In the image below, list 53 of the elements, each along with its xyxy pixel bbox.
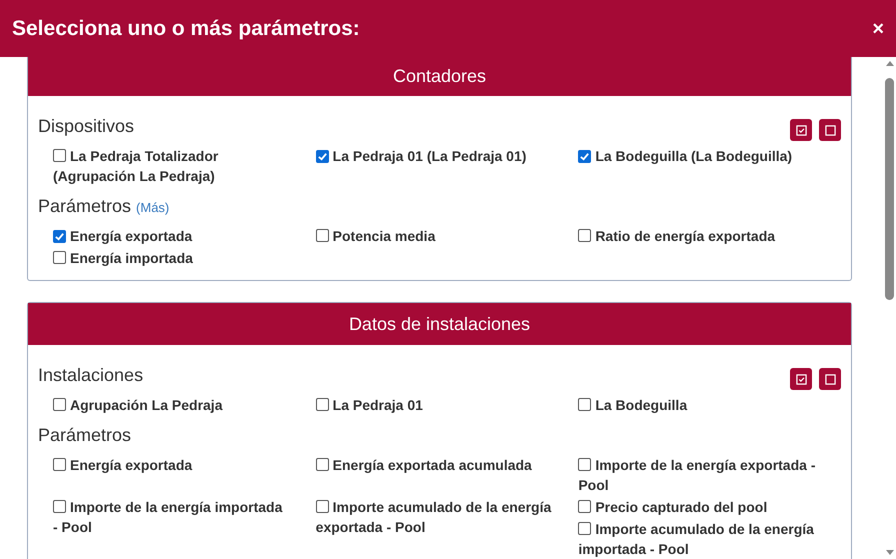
dialog-title: Selecciona uno o más parámetros:: [12, 16, 360, 42]
checkbox[interactable]: [53, 149, 66, 162]
checkbox[interactable]: [316, 398, 329, 411]
checkbox[interactable]: [578, 150, 592, 163]
checkbox-option[interactable]: Potencia media: [316, 226, 578, 248]
checkbox-option[interactable]: La Bodeguilla (La Bodeguilla): [578, 146, 841, 168]
checkbox[interactable]: [578, 500, 592, 513]
checkbox[interactable]: [316, 229, 329, 242]
close-button[interactable]: ×: [872, 18, 884, 38]
section-heading: Contadores: [28, 57, 851, 96]
checkbox-option[interactable]: Energía importada: [53, 248, 316, 270]
scroll-thumb[interactable]: [885, 78, 894, 300]
checkbox-option[interactable]: Importe de la energía exportada - Pool: [578, 455, 841, 497]
checkbox-option[interactable]: La Pedraja 01 (La Pedraja 01): [316, 146, 578, 168]
checkbox[interactable]: [53, 398, 66, 411]
checked-square-icon: [796, 124, 806, 136]
select-all-button[interactable]: [790, 119, 812, 141]
checkbox-option[interactable]: La Bodeguilla: [578, 395, 841, 417]
scroll-down-icon[interactable]: [886, 550, 894, 555]
checkbox[interactable]: [316, 150, 329, 163]
deselect-all-button[interactable]: [819, 368, 841, 390]
select-all-button[interactable]: [790, 368, 812, 390]
checkbox[interactable]: [316, 458, 329, 471]
square-icon: [824, 124, 836, 136]
checkbox-option[interactable]: Agrupación La Pedraja: [53, 395, 316, 417]
group-title: Instalaciones: [38, 364, 144, 386]
checkbox[interactable]: [578, 398, 592, 411]
checkbox-option[interactable]: Energía exportada: [53, 455, 316, 477]
checkbox[interactable]: [316, 500, 329, 513]
checkbox-option[interactable]: Importe acumulado de la energía importada - Pool: [578, 519, 841, 559]
checkbox[interactable]: [578, 229, 592, 242]
checkbox[interactable]: [53, 251, 66, 264]
scroll-up-icon[interactable]: [886, 61, 894, 66]
checkbox-option[interactable]: La Pedraja Totalizador (Agrupación La Pedraja): [53, 146, 316, 188]
checkbox[interactable]: [578, 458, 592, 471]
deselect-all-button[interactable]: [819, 119, 841, 141]
checkbox[interactable]: [53, 500, 66, 513]
group-title: Parámetros: [38, 194, 132, 218]
group-title: Parámetros: [38, 424, 132, 446]
checkbox[interactable]: [53, 230, 66, 243]
square-icon: [824, 374, 836, 384]
more-link[interactable]: (Más): [136, 198, 170, 217]
checkbox[interactable]: [53, 458, 66, 471]
checkbox-option[interactable]: La Pedraja 01: [316, 395, 578, 417]
checkbox-option[interactable]: Energía exportada acumulada: [316, 455, 578, 477]
checkbox-option[interactable]: Energía exportada: [53, 226, 316, 248]
checkbox-option[interactable]: Importe de la energía importada - Pool: [53, 497, 316, 539]
checkbox-option[interactable]: Ratio de energía exportada: [578, 226, 841, 248]
checkbox[interactable]: [578, 522, 592, 535]
group-title: Dispositivos: [38, 114, 134, 138]
section-heading: Datos de instalaciones: [28, 303, 851, 345]
checked-square-icon: [796, 374, 806, 384]
checkbox-option[interactable]: Precio capturado del pool: [578, 497, 841, 519]
